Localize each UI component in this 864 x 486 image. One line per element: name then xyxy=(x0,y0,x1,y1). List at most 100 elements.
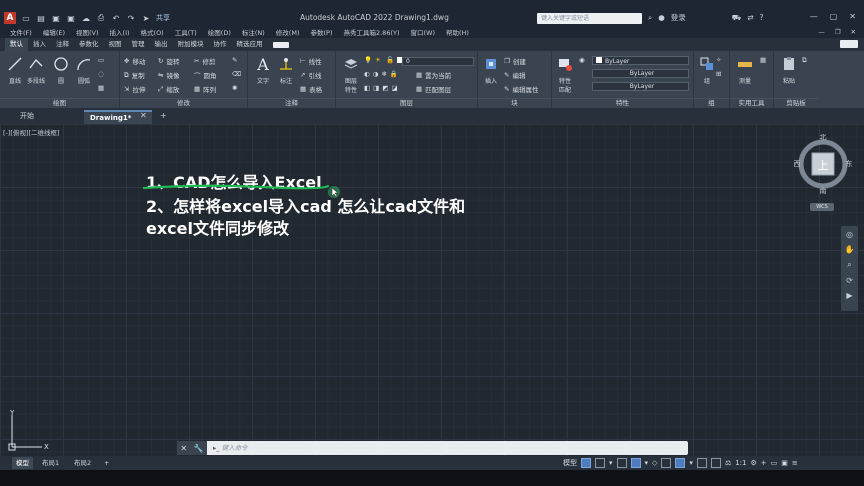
fillet-button[interactable]: ⌒ 圆角 xyxy=(194,70,217,80)
paste-button[interactable]: 粘贴 xyxy=(780,55,798,85)
tab-collaborate[interactable]: 协作 xyxy=(209,38,232,51)
orbit-icon[interactable]: ⟳ xyxy=(841,276,858,285)
osnap-dropdown-icon[interactable]: ▾ xyxy=(689,459,693,467)
color-wheel-icon[interactable]: ◉ xyxy=(579,56,585,64)
viewcube-east[interactable]: 东 xyxy=(846,159,853,168)
share-icon[interactable]: ➤ xyxy=(141,14,151,23)
zoom-icon[interactable]: ⌕ xyxy=(841,260,858,270)
viewcube[interactable]: 上 北 南 东 西 xyxy=(794,134,852,194)
showmotion-icon[interactable]: ▶ xyxy=(841,291,858,300)
block-panel-title[interactable]: 块 xyxy=(478,98,551,107)
close-tab-icon[interactable]: ✕ xyxy=(140,111,147,120)
circle-button[interactable]: 圆 xyxy=(52,55,70,85)
snap-toggle[interactable] xyxy=(595,458,605,468)
layer-properties-button[interactable]: 图层 特性 xyxy=(342,55,360,94)
menu-help[interactable]: 帮助(H) xyxy=(446,27,469,37)
clipboard-panel-title[interactable]: 剪贴板 xyxy=(774,98,818,107)
copy-button[interactable]: ⧉ 复制 xyxy=(124,70,145,81)
menu-dimension[interactable]: 标注(N) xyxy=(242,27,265,37)
layout-tab-layout2[interactable]: 布局2 xyxy=(70,457,95,469)
group-button[interactable]: 组 xyxy=(698,55,716,85)
viewcube-top-face[interactable]: 上 xyxy=(818,159,829,172)
tab-output[interactable]: 输出 xyxy=(150,38,173,51)
minimize-icon[interactable]: — xyxy=(810,12,818,21)
maximize-icon[interactable]: ▢ xyxy=(830,12,838,21)
layer-state-icons[interactable]: 💡 ☀ 🔓 xyxy=(364,56,403,64)
close-command-icon[interactable]: ✕ xyxy=(180,444,187,453)
plus-icon[interactable]: + xyxy=(761,459,767,467)
rotate-button[interactable]: ↻ 旋转 xyxy=(158,56,179,66)
scale-button[interactable]: ⤢ 缩放 xyxy=(158,84,179,95)
menu-parametric[interactable]: 参数(P) xyxy=(310,27,332,37)
pencil-icon[interactable]: ✎ xyxy=(232,56,237,64)
navigation-bar[interactable]: ◎ ✋ ⌕ ⟳ ▶ xyxy=(841,226,858,311)
tab-view[interactable]: 视图 xyxy=(104,38,127,51)
linear-dim-button[interactable]: ⊢ 线性 xyxy=(300,56,322,66)
add-layout-icon[interactable]: + xyxy=(100,457,113,469)
hatch-icon[interactable]: ◌ xyxy=(98,70,104,78)
edit-block-button[interactable]: ✎ 编辑 xyxy=(504,70,525,80)
dimension-button[interactable]: 标注 xyxy=(277,55,295,85)
save-icon[interactable]: ▣ xyxy=(51,14,61,23)
menu-modify[interactable]: 修改(M) xyxy=(276,27,300,37)
viewport-controls[interactable]: [-][俯视][二维线框] xyxy=(3,127,60,137)
search-input[interactable]: 键入关键字或短语 xyxy=(537,13,642,24)
menu-restore-icon[interactable]: ❐ xyxy=(835,28,841,36)
share-button[interactable]: 共享 xyxy=(156,13,170,23)
group-edit-icon[interactable]: ⊞ xyxy=(716,70,721,78)
viewcube-west[interactable]: 西 xyxy=(794,160,801,168)
search-icon[interactable]: ⌕ xyxy=(648,13,652,23)
ribbon-toggle-button[interactable] xyxy=(272,41,289,48)
transparency-toggle[interactable] xyxy=(710,458,721,468)
menu-insert[interactable]: 插入(I) xyxy=(110,27,130,37)
object-snap-tracking-toggle[interactable] xyxy=(661,458,672,468)
drawing-canvas[interactable]: [-][俯视][二维线框] 1、CAD怎么导入Excel 2、怎样将excel导… xyxy=(0,124,864,456)
set-current-button[interactable]: ▦ 置为当前 xyxy=(416,70,451,80)
modify-panel-title[interactable]: 修改 xyxy=(120,98,247,107)
match-layer-button[interactable]: ▦ 匹配图层 xyxy=(416,84,451,94)
arc-button[interactable]: 圆弧 xyxy=(75,55,93,85)
menu-edit[interactable]: 编辑(E) xyxy=(43,27,65,37)
erase-icon[interactable]: ⌫ xyxy=(232,70,241,78)
rectangle-icon[interactable]: ▭ xyxy=(98,56,104,64)
annotation-scale-value[interactable]: 1:1 xyxy=(735,459,746,467)
autocad-logo-icon[interactable]: A xyxy=(4,12,16,24)
layer-tools-row2[interactable]: ◧ ◨ ◩ ◪ xyxy=(364,84,398,92)
menu-tools[interactable]: 工具(T) xyxy=(175,27,197,37)
table-button[interactable]: ▦ 表格 xyxy=(300,84,322,94)
help-icon[interactable]: ? xyxy=(759,13,763,22)
clean-screen-icon[interactable]: ▣ xyxy=(781,459,788,467)
tab-annotate[interactable]: 注释 xyxy=(51,38,74,51)
menu-file[interactable]: 文件(F) xyxy=(10,27,32,37)
draw-panel-title[interactable]: 绘图 xyxy=(0,98,119,107)
annotation-scale-icon[interactable]: ⚖ xyxy=(725,459,731,467)
match-properties-button[interactable]: 特性 匹配 xyxy=(556,55,574,94)
cloud-icon[interactable]: ☁ xyxy=(81,14,91,23)
new-file-icon[interactable]: ▭ xyxy=(21,14,31,23)
lineweight-dropdown[interactable]: ByLayer xyxy=(592,82,689,91)
new-tab-icon[interactable]: + xyxy=(160,111,167,120)
calculator-icon[interactable]: ▦ xyxy=(760,56,766,64)
mirror-button[interactable]: ⇋ 镜像 xyxy=(158,70,179,80)
array-button[interactable]: ▦ 阵列 xyxy=(194,84,216,94)
groups-panel-title[interactable]: 组 xyxy=(694,98,729,107)
monitor-icon[interactable]: ▭ xyxy=(771,459,778,467)
isodraft-icon[interactable]: ◇ xyxy=(652,459,657,467)
menu-window[interactable]: 窗口(W) xyxy=(411,27,436,37)
tab-featured-apps[interactable]: 精选应用 xyxy=(232,38,268,51)
wcs-menu[interactable]: WCS xyxy=(810,203,834,211)
viewcube-south[interactable]: 南 xyxy=(820,186,827,194)
lineweight-toggle[interactable] xyxy=(696,458,707,468)
move-button[interactable]: ✥ 移动 xyxy=(124,56,145,66)
create-block-button[interactable]: ❐ 创建 xyxy=(504,56,526,66)
ungroup-icon[interactable]: ✧ xyxy=(716,56,721,64)
layer-tools-row1[interactable]: ◐ ◑ ❄ 🔒 xyxy=(364,70,398,78)
trim-button[interactable]: ✂ 修剪 xyxy=(194,56,215,66)
ribbon-options-button[interactable] xyxy=(840,40,858,48)
user-icon[interactable]: ● xyxy=(658,13,665,22)
menu-minimize-icon[interactable]: — xyxy=(818,28,825,36)
text-button[interactable]: A 文字 xyxy=(254,55,272,86)
properties-panel-title[interactable]: 特性 xyxy=(552,98,693,107)
tab-default[interactable]: 默认 xyxy=(5,38,28,51)
grid-toggle[interactable] xyxy=(581,458,591,468)
